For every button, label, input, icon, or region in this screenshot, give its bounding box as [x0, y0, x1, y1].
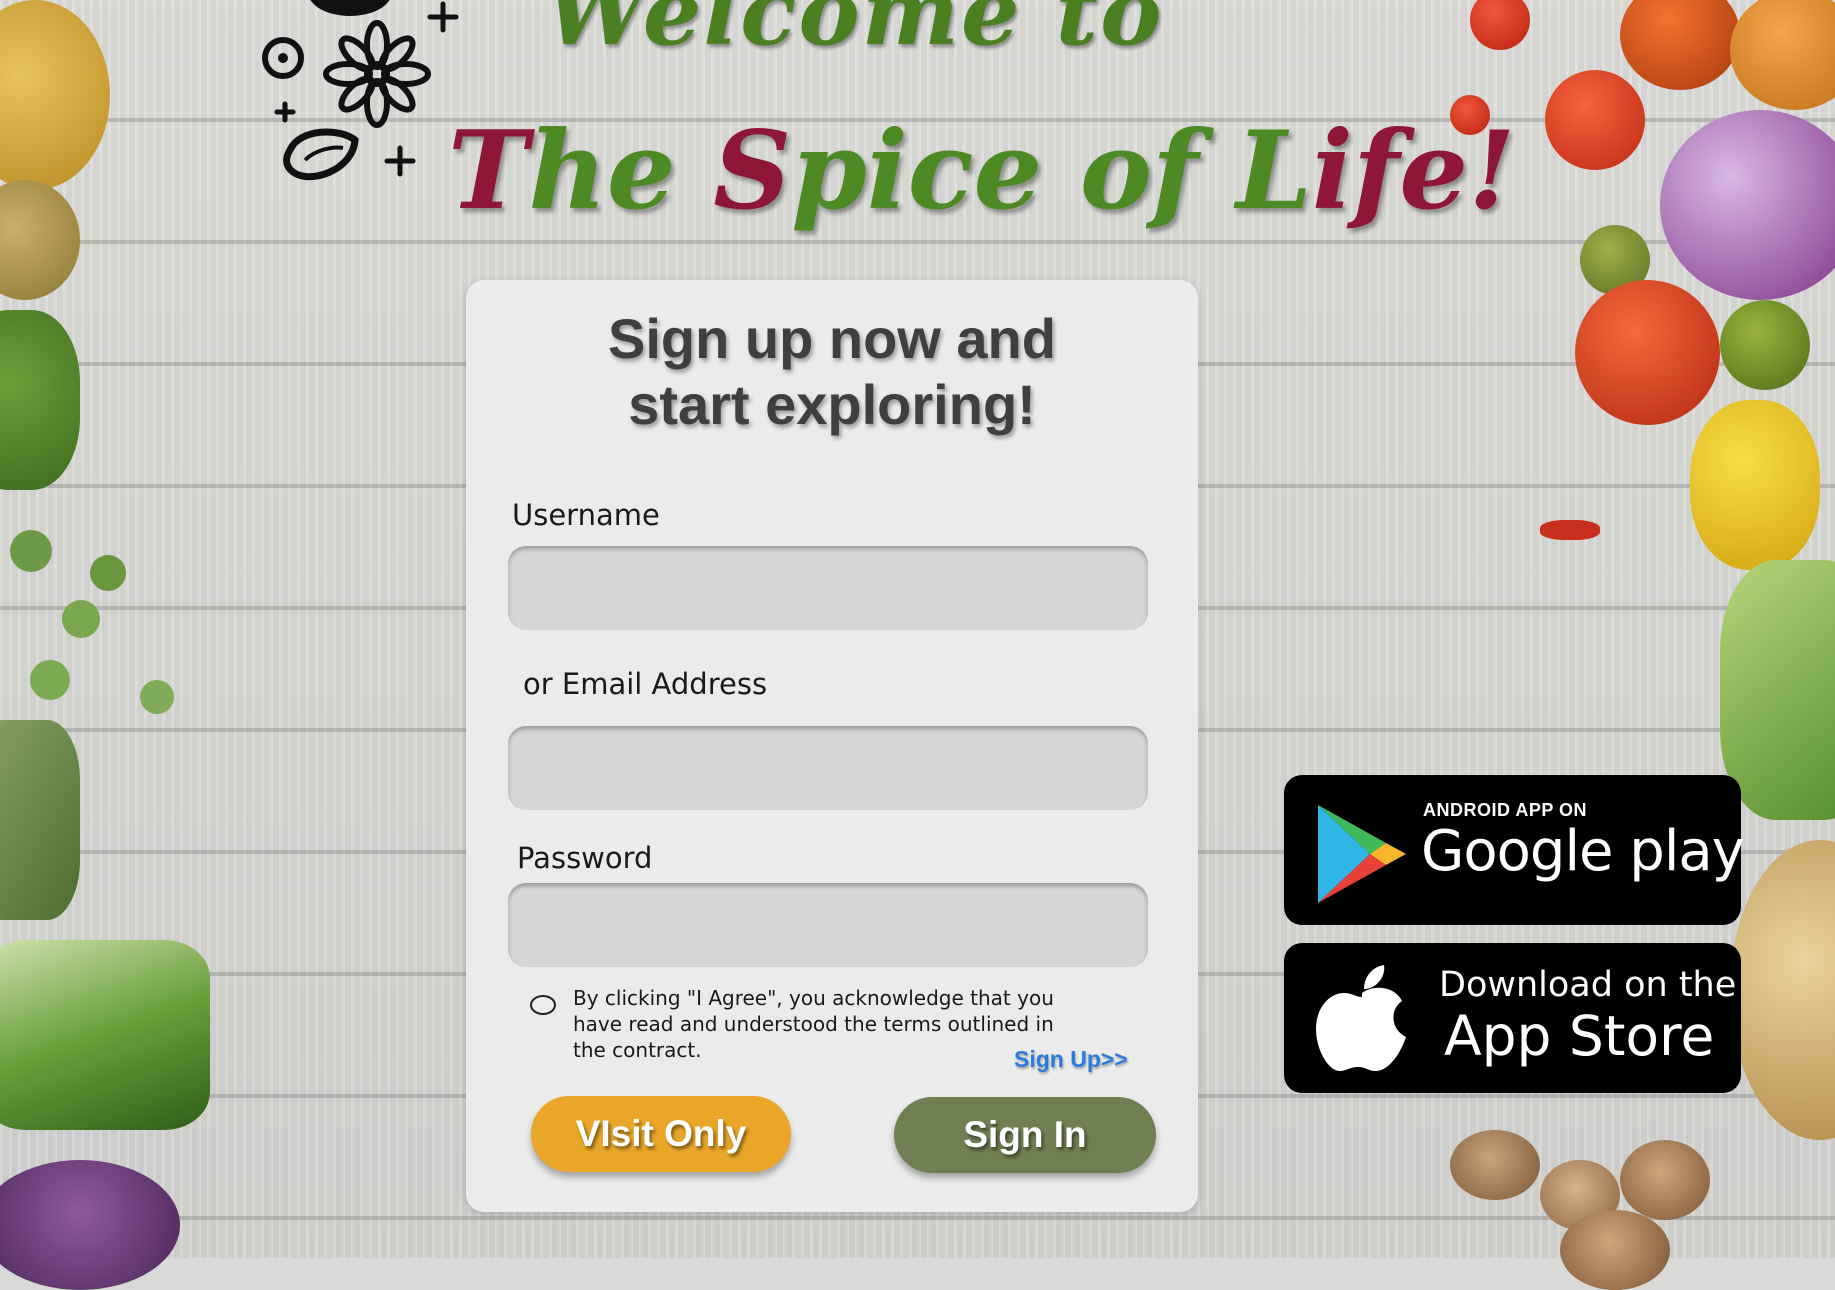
doodle-icons — [262, 0, 459, 181]
circle-icon — [262, 37, 304, 79]
title-letter: T — [448, 108, 529, 234]
agree-terms-text: By clicking "I Agree", you acknowledge t… — [573, 986, 1054, 1062]
password-input[interactable] — [508, 883, 1148, 967]
welcome-text: Welcome to — [545, 0, 1164, 66]
google-badge-big-text: Google play — [1421, 819, 1745, 884]
app-store-badge[interactable]: Download on the App Store — [1284, 943, 1741, 1093]
title-segment: he — [528, 108, 714, 234]
email-input[interactable] — [508, 726, 1148, 810]
username-input[interactable] — [508, 546, 1148, 630]
apple-badge-big-text: App Store — [1444, 1004, 1715, 1068]
flower-icon — [323, 20, 431, 128]
agree-radio[interactable] — [530, 995, 556, 1015]
signup-heading: Sign up now and start exploring! — [466, 306, 1198, 438]
google-play-icon — [1318, 805, 1406, 903]
username-label: Username — [512, 498, 660, 532]
signup-card: Sign up now and start exploring! Usernam… — [466, 280, 1198, 1212]
title-letter: L — [1235, 108, 1312, 234]
title-letter: S — [713, 108, 792, 234]
site-title: The Spice of Life! — [448, 108, 1516, 234]
title-segment: ife — [1311, 108, 1469, 234]
password-label: Password — [517, 841, 653, 875]
seed-icon — [283, 128, 359, 181]
heading-line: start exploring! — [628, 373, 1036, 436]
heading-line: Sign up now and — [608, 307, 1056, 370]
google-play-badge[interactable]: ANDROID APP ON Google play — [1284, 775, 1745, 925]
sign-in-button[interactable]: Sign In — [894, 1097, 1156, 1173]
apple-icon — [1316, 965, 1406, 1071]
google-badge-small-text: ANDROID APP ON — [1423, 800, 1588, 820]
email-label: or Email Address — [523, 667, 768, 701]
sign-up-link[interactable]: Sign Up>> — [1014, 1046, 1128, 1073]
visit-only-button[interactable]: VIsit Only — [531, 1096, 791, 1172]
apple-badge-small-text: Download on the — [1439, 965, 1737, 1005]
title-letter: ! — [1468, 108, 1516, 234]
title-segment: pice of — [791, 108, 1236, 234]
